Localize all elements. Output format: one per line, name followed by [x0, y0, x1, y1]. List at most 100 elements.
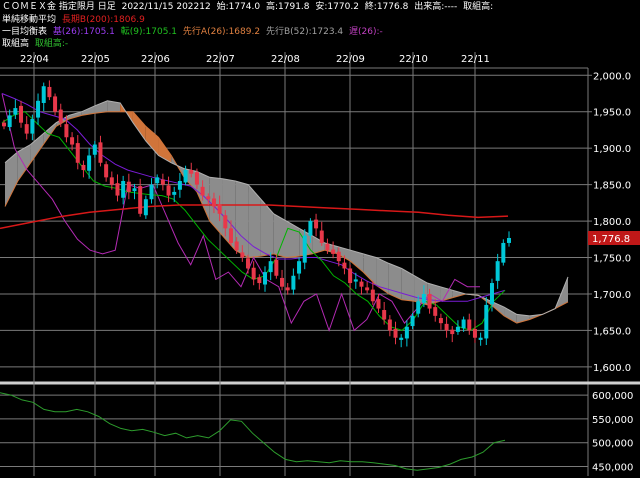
cloud-segment [5, 151, 18, 207]
price-tick-label: 1,600.0 [593, 363, 631, 374]
month-tick-label: 22/05 [81, 54, 110, 65]
candle-down [433, 307, 438, 316]
senkou-b-line [4, 100, 569, 317]
candle-down [393, 328, 398, 338]
candle-down [325, 243, 330, 251]
candle-down [189, 170, 194, 174]
cloud-segment [248, 184, 261, 258]
candle-up [155, 177, 160, 184]
candle-up [7, 115, 12, 128]
price-chart[interactable]: 2,000.0 1,950.0 1,900.0 1,850.0 1,800.0 1,750… [0, 0, 640, 478]
cloud-segment [17, 144, 31, 181]
candle-up [41, 86, 46, 103]
candle-down [319, 230, 324, 243]
candle-down [257, 277, 262, 284]
candle-down [211, 198, 216, 207]
cloud-segment [145, 126, 159, 156]
cloud-segment [132, 111, 146, 141]
candle-up [302, 235, 307, 263]
candle-down [382, 310, 387, 320]
candle-up [416, 301, 421, 314]
candle-down [126, 181, 131, 192]
candle-up [421, 293, 426, 303]
oi-tick-label: 550,000 [592, 415, 633, 426]
candle-up [404, 326, 409, 339]
candle-up [92, 144, 97, 155]
month-tick-label: 22/07 [206, 54, 235, 65]
cloud-segment [68, 111, 82, 120]
candle-down [47, 86, 52, 98]
candle-up [87, 155, 92, 171]
month-tick-label: 22/06 [141, 54, 170, 65]
oi-line [0, 392, 506, 471]
chart-grid [0, 50, 640, 476]
price-tick-label: 1,900.0 [593, 144, 631, 155]
candle-down [427, 293, 432, 309]
candle-up [495, 261, 500, 281]
candle-down [98, 142, 103, 163]
candle-down [472, 328, 477, 338]
price-tick-label: 2,000.0 [593, 71, 631, 82]
candle-down [138, 186, 143, 214]
candle-down [467, 319, 472, 331]
candle-down [53, 96, 58, 112]
candle-down [280, 277, 285, 287]
candle-up [132, 188, 137, 192]
candle-down [314, 219, 319, 229]
month-tick-label: 22/11 [461, 54, 490, 65]
candle-down [370, 289, 375, 302]
candle-up [30, 119, 35, 134]
candle-up [484, 304, 489, 339]
candle-down [251, 267, 256, 280]
candle-up [353, 279, 358, 282]
month-tick-label: 22/09 [336, 54, 365, 65]
candle-up [36, 100, 41, 118]
month-tick-label: 22/10 [399, 54, 428, 65]
candle-down [200, 186, 205, 196]
candle-up [149, 184, 154, 200]
candle-down [24, 124, 29, 134]
candle-down [104, 164, 109, 178]
candle-down [166, 185, 171, 196]
candle-up [501, 242, 506, 263]
candle-up [291, 275, 296, 290]
candle-up [489, 283, 494, 305]
candle-down [160, 179, 165, 185]
candle-up [13, 108, 18, 115]
candle-up [297, 261, 302, 274]
candle-down [2, 122, 6, 127]
candle-up [183, 170, 188, 183]
oi-tick-label: 500,000 [592, 439, 633, 450]
candle-down [64, 124, 69, 138]
candle-down [19, 105, 24, 123]
candle-down [365, 287, 370, 291]
cloud-segment [504, 307, 517, 324]
candle-down [115, 183, 120, 196]
candle-down [274, 259, 279, 276]
candle-up [268, 261, 273, 273]
cloud-segment [286, 221, 300, 258]
price-tick-label: 1,850.0 [593, 181, 631, 192]
candle-down [228, 228, 233, 243]
last-price-label: 1,776.8 [592, 234, 630, 245]
candle-down [342, 262, 347, 269]
candle-down [245, 258, 250, 269]
candle-down [109, 177, 114, 185]
candle-down [359, 281, 364, 287]
candle-down [194, 172, 199, 185]
candle-up [399, 337, 404, 340]
oi-tick-label: 450,000 [592, 462, 633, 473]
candle-up [143, 199, 148, 216]
candle-down [444, 323, 449, 331]
candle-down [387, 319, 392, 331]
candle-up [478, 337, 483, 340]
price-tick-label: 1,950.0 [593, 108, 631, 119]
candle-down [348, 268, 353, 284]
month-tick-label: 22/08 [271, 54, 300, 65]
price-tick-label: 1,750.0 [593, 254, 631, 265]
candle-down [217, 204, 222, 214]
candle-down [285, 287, 290, 291]
candle-down [206, 196, 211, 200]
price-tick-label: 1,650.0 [593, 326, 631, 337]
candle-down [223, 215, 228, 229]
